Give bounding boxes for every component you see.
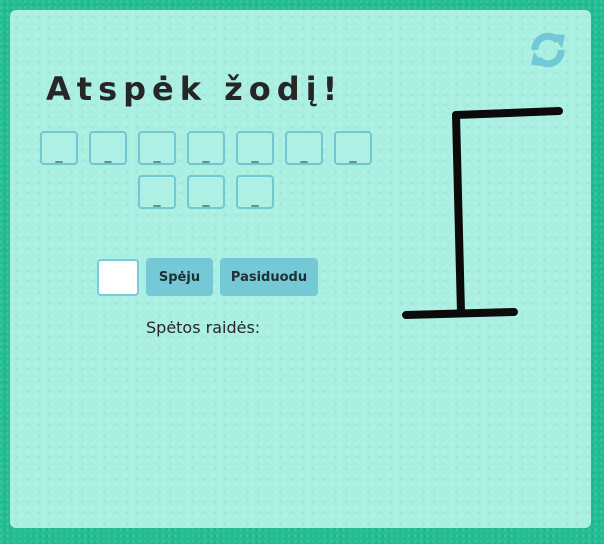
letter-slot: _: [285, 131, 323, 165]
letter-slot: _: [89, 131, 127, 165]
letter-slot: _: [334, 131, 372, 165]
refresh-button[interactable]: [527, 29, 569, 71]
guess-button[interactable]: Spėju: [146, 258, 213, 296]
letter-slot: _: [236, 131, 274, 165]
letter-slot: _: [187, 131, 225, 165]
gallows-beam: [452, 107, 563, 119]
gallows-post: [452, 111, 465, 317]
letter-slot: _: [138, 175, 176, 209]
refresh-icon: [531, 32, 565, 68]
letter-input[interactable]: [97, 259, 139, 296]
guessed-letters: Spėtos raidės:: [146, 318, 260, 337]
letter-slot: _: [187, 175, 225, 209]
page-title: Atspėk žodį!: [46, 70, 344, 108]
letter-slot: _: [236, 175, 274, 209]
letter-slot: _: [138, 131, 176, 165]
gallows-drawing: [402, 107, 563, 319]
letter-slot: _: [40, 131, 78, 165]
give-up-button[interactable]: Pasiduodu: [220, 258, 318, 296]
guessed-letters-label: Spėtos raidės:: [146, 318, 261, 337]
